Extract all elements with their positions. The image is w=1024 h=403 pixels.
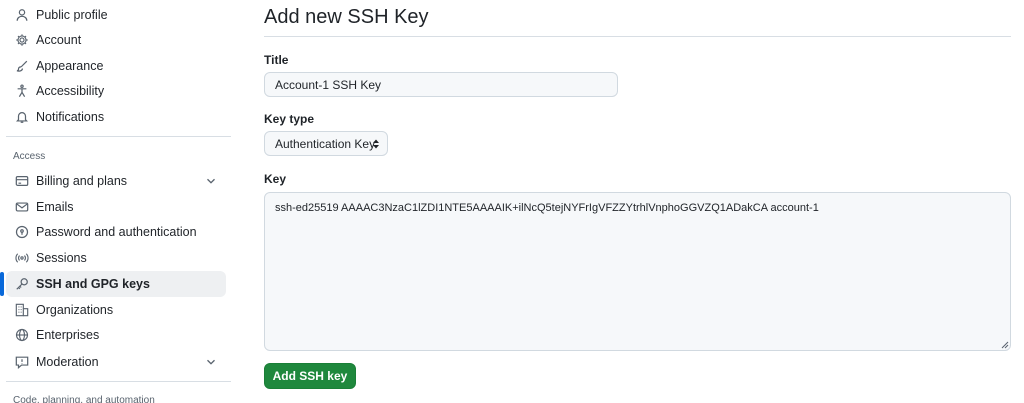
sidebar-divider bbox=[6, 381, 231, 382]
sidebar-item-sessions[interactable]: Sessions bbox=[6, 245, 226, 271]
key-label: Key bbox=[264, 172, 287, 186]
sidebar-item-label: Emails bbox=[36, 200, 74, 214]
title-divider bbox=[264, 36, 1011, 37]
resize-handle-icon[interactable] bbox=[1001, 341, 1009, 349]
sidebar-item-label: Sessions bbox=[36, 251, 87, 265]
globe-icon bbox=[14, 327, 30, 343]
shield-lock-icon bbox=[14, 224, 30, 240]
report-icon bbox=[14, 354, 30, 370]
settings-sidebar: Public profile Account Appearance Access… bbox=[0, 0, 232, 403]
select-arrows-icon bbox=[373, 139, 379, 149]
key-textarea[interactable]: ssh-ed25519 AAAAC3NzaC1lZDI1NTE5AAAAIK+i… bbox=[264, 192, 1011, 351]
sidebar-item-ssh-gpg-keys[interactable]: SSH and GPG keys bbox=[6, 271, 226, 297]
key-type-selected-value: Authentication Key bbox=[275, 136, 376, 151]
gear-icon bbox=[14, 32, 30, 48]
organization-icon bbox=[14, 302, 30, 318]
sidebar-item-account[interactable]: Account bbox=[6, 27, 226, 53]
sidebar-item-organizations[interactable]: Organizations bbox=[6, 297, 226, 323]
sidebar-divider bbox=[6, 136, 231, 137]
sidebar-item-label: Enterprises bbox=[36, 328, 100, 342]
key-type-label: Key type bbox=[264, 112, 315, 126]
title-label: Title bbox=[264, 53, 289, 67]
sidebar-section-access: Access bbox=[13, 151, 46, 162]
bell-icon bbox=[14, 109, 30, 125]
sidebar-item-label: Public profile bbox=[36, 8, 108, 22]
sidebar-item-accessibility[interactable]: Accessibility bbox=[6, 78, 226, 104]
accessibility-icon bbox=[14, 83, 30, 99]
key-icon bbox=[14, 276, 30, 292]
sidebar-item-label: Billing and plans bbox=[36, 174, 128, 188]
sidebar-item-password-auth[interactable]: Password and authentication bbox=[6, 219, 226, 245]
sidebar-item-enterprises[interactable]: Enterprises bbox=[6, 322, 226, 348]
sidebar-item-notifications[interactable]: Notifications bbox=[6, 104, 226, 130]
sidebar-item-public-profile[interactable]: Public profile bbox=[6, 2, 226, 28]
main-content: Add new SSH Key Title Key type Authentic… bbox=[264, 0, 1012, 403]
broadcast-icon bbox=[14, 250, 30, 266]
sidebar-item-label: Organizations bbox=[36, 303, 114, 317]
sidebar-item-label: SSH and GPG keys bbox=[36, 277, 150, 291]
title-input[interactable] bbox=[264, 72, 618, 97]
chevron-down-icon[interactable] bbox=[204, 355, 218, 369]
paintbrush-icon bbox=[14, 58, 30, 74]
key-type-select[interactable]: Authentication Key bbox=[264, 131, 388, 156]
sidebar-item-appearance[interactable]: Appearance bbox=[6, 53, 226, 79]
sidebar-item-label: Appearance bbox=[36, 59, 104, 73]
chevron-down-icon[interactable] bbox=[204, 174, 218, 188]
active-indicator bbox=[0, 272, 4, 296]
credit-card-icon bbox=[14, 173, 30, 189]
sidebar-item-emails[interactable]: Emails bbox=[6, 194, 226, 220]
sidebar-section-code-planning: Code, planning, and automation bbox=[13, 395, 155, 403]
page-title: Add new SSH Key bbox=[264, 6, 429, 28]
sidebar-item-billing[interactable]: Billing and plans bbox=[6, 168, 226, 194]
sidebar-item-label: Account bbox=[36, 33, 82, 47]
sidebar-item-label: Password and authentication bbox=[36, 225, 197, 239]
sidebar-item-label: Moderation bbox=[36, 355, 99, 369]
add-ssh-key-button[interactable]: Add SSH key bbox=[264, 363, 356, 389]
sidebar-item-label: Accessibility bbox=[36, 84, 105, 98]
sidebar-item-moderation[interactable]: Moderation bbox=[6, 349, 226, 375]
mail-icon bbox=[14, 199, 30, 215]
person-icon bbox=[14, 7, 30, 23]
sidebar-item-label: Notifications bbox=[36, 110, 105, 124]
